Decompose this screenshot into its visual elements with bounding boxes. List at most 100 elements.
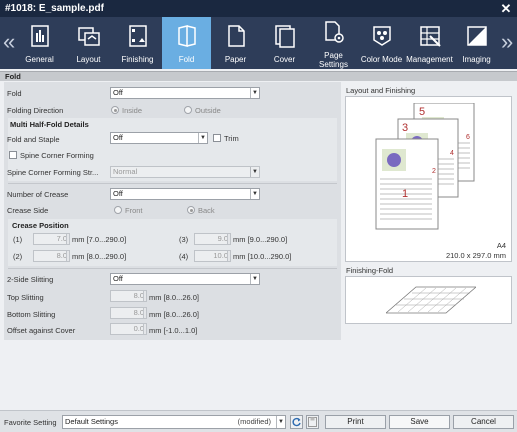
fold-and-staple-label: Fold and Staple [7, 135, 60, 144]
bottom-slitting-spinner[interactable] [143, 307, 147, 319]
tab-general[interactable]: General [15, 17, 64, 69]
inside-radio[interactable] [111, 106, 119, 114]
page-number-6: 6 [466, 134, 470, 141]
crease-4-spinner[interactable] [227, 250, 231, 262]
bottom-bar: Favorite Setting Default Settings (modif… [0, 410, 517, 432]
crease-4-input[interactable]: 10.0 [194, 250, 231, 262]
outside-label: Outside [195, 106, 221, 115]
floppy-disk-icon [308, 417, 317, 427]
chevron-down-icon: ▼ [198, 133, 207, 143]
page-number-1: 1 [402, 188, 408, 200]
back-label: Back [198, 206, 215, 215]
tab-label: Cover [273, 55, 296, 64]
crease-3-spinner[interactable] [227, 233, 231, 245]
crease-2-spinner[interactable] [66, 250, 70, 262]
layout-icon [78, 27, 100, 46]
number-of-crease-select[interactable]: Off ▼ [110, 188, 260, 200]
bottom-slitting-input[interactable]: 8.0 [110, 307, 147, 319]
refresh-button[interactable] [290, 415, 303, 429]
section-title: Fold [5, 72, 21, 81]
tab-label: Management [406, 55, 453, 64]
cancel-button[interactable]: Cancel [453, 415, 514, 429]
top-slitting-input[interactable]: 8.0 [110, 290, 147, 302]
two-side-slitting-label: 2-Side Slitting [7, 275, 54, 284]
two-side-slitting-select[interactable]: Off ▼ [110, 273, 260, 285]
fold-and-staple-select[interactable]: Off ▼ [110, 132, 208, 144]
imaging-icon [467, 26, 487, 46]
page-settings-icon [325, 21, 344, 43]
crease-3-range: mm [9.0...290.0] [233, 235, 288, 244]
back-radio[interactable] [187, 206, 195, 214]
bottom-slitting-label: Bottom Slitting [7, 310, 56, 319]
tab-imaging[interactable]: Imaging [452, 17, 501, 69]
tab-finishing[interactable]: Finishing [113, 17, 162, 69]
crease-1-spinner[interactable] [66, 233, 70, 245]
tab-layout[interactable]: Layout [64, 17, 113, 69]
tab-management[interactable]: Management [405, 17, 454, 69]
refresh-icon [292, 417, 301, 427]
tab-label: Finishing [121, 55, 154, 64]
crease-3-input[interactable]: 9.0 [194, 233, 231, 245]
top-slitting-range: mm [8.0...26.0] [149, 293, 200, 302]
top-slitting-label: Top Slitting [7, 293, 44, 302]
trim-label: Trim [224, 134, 239, 143]
fold-select[interactable]: Off ▼ [110, 87, 260, 99]
section-header: Fold [0, 71, 517, 81]
crease-2-input[interactable]: 8.0 [33, 250, 70, 262]
general-icon [31, 25, 49, 47]
page-number-5: 5 [419, 106, 425, 118]
management-icon [420, 26, 441, 47]
page-number-4: 4 [450, 150, 454, 157]
spine-strength-select[interactable]: Normal ▼ [110, 166, 260, 178]
save-favorite-button[interactable] [306, 415, 319, 429]
layout-preview: 5 6 3 4 2 1 A4 210.0 x 297.0 mm [345, 96, 512, 262]
color-mode-icon [373, 26, 391, 46]
layout-finishing-title: Layout and Finishing [346, 86, 416, 95]
tabs-next-icon[interactable]: » [501, 31, 513, 53]
tab-fold[interactable]: Fold [162, 17, 211, 69]
crease-4-index: (4) [179, 252, 189, 261]
outside-radio[interactable] [184, 106, 192, 114]
crease-3-index: (3) [179, 235, 189, 244]
number-of-crease-value: Off [113, 189, 123, 198]
tab-color-mode[interactable]: Color Mode [357, 17, 406, 69]
offset-cover-input[interactable]: 0.0 [110, 323, 147, 335]
top-slitting-spinner[interactable] [143, 290, 147, 302]
favorite-setting-value: Default Settings [65, 417, 118, 426]
paper-icon [228, 25, 245, 47]
chevron-down-icon: ▼ [276, 416, 285, 428]
tab-paper[interactable]: Paper [211, 17, 260, 69]
crease-position-title: Crease Position [12, 221, 69, 230]
front-radio[interactable] [114, 206, 122, 214]
trim-checkbox[interactable] [213, 134, 221, 142]
save-button[interactable]: Save [389, 415, 450, 429]
close-icon[interactable]: ✕ [498, 0, 514, 17]
fold-diagram-icon [386, 286, 476, 314]
crease-2-range: mm [8.0...290.0] [72, 252, 127, 261]
tabs-prev-icon[interactable]: « [3, 31, 15, 53]
fold-select-value: Off [113, 88, 123, 97]
chevron-down-icon: ▼ [250, 167, 259, 177]
tab-page-settings[interactable]: Page Settings [309, 17, 358, 69]
offset-cover-label: Offset against Cover [7, 326, 76, 335]
tab-cover[interactable]: Cover [260, 17, 309, 69]
crease-1-input[interactable]: 7.0 [33, 233, 70, 245]
print-button[interactable]: Print [325, 415, 386, 429]
divider [8, 183, 337, 184]
paper-size: A4 [496, 241, 506, 250]
tab-label: Color Mode [360, 55, 403, 64]
title-bar: #1018: E_sample.pdf ✕ [0, 0, 517, 17]
favorite-setting-select[interactable]: Default Settings (modified) ▼ [62, 415, 286, 429]
offset-cover-spinner[interactable] [143, 323, 147, 335]
fold-and-staple-value: Off [113, 133, 123, 142]
chevron-down-icon: ▼ [250, 274, 259, 284]
spine-corner-forming-checkbox[interactable] [9, 151, 17, 159]
spine-strength-label: Spine Corner Forming Str... [7, 168, 99, 177]
tab-label: General [25, 55, 54, 64]
page-number-2: 2 [432, 168, 436, 175]
tab-label: Layout [76, 55, 101, 64]
two-side-slitting-value: Off [113, 274, 123, 283]
favorite-setting-label: Favorite Setting [4, 418, 57, 427]
tab-bar: « General Layout Finishing Fold Paper Co… [0, 17, 517, 69]
page-number-3: 3 [402, 122, 408, 134]
